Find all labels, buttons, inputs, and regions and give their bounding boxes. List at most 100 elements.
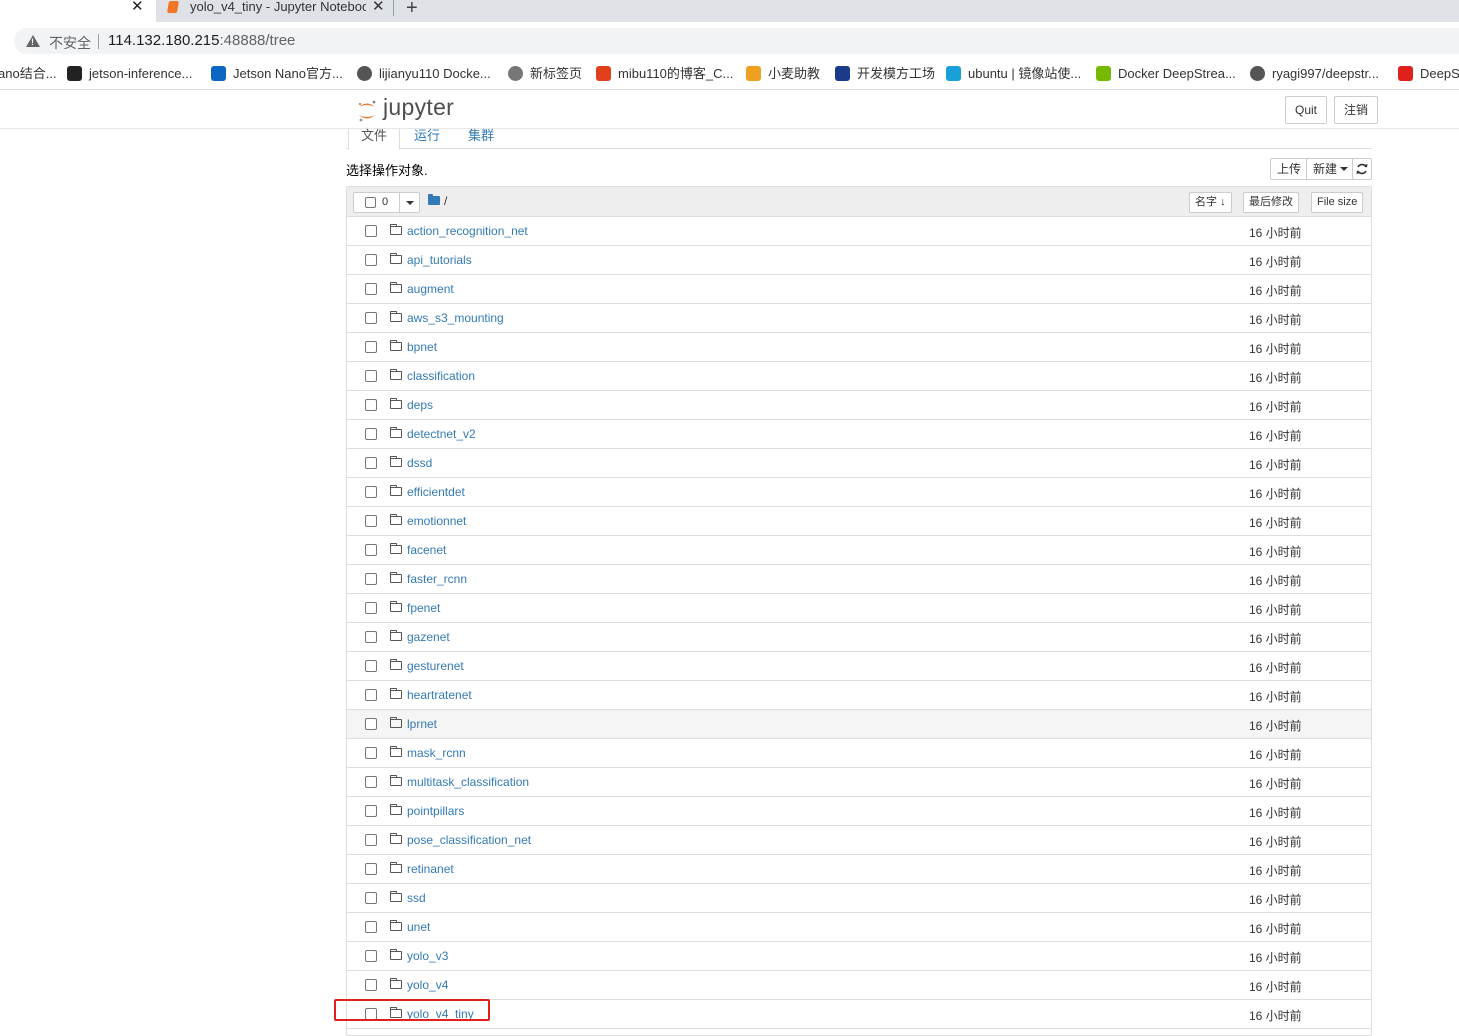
list-item[interactable]: augment 16 小时前 [347, 275, 1371, 304]
folder-link[interactable]: heartratenet [407, 688, 472, 702]
list-item[interactable]: deps 16 小时前 [347, 391, 1371, 420]
breadcrumb[interactable]: / [444, 194, 447, 208]
folder-link[interactable]: augment [407, 282, 454, 296]
bookmark-item[interactable]: DeepS [1398, 66, 1459, 84]
row-checkbox[interactable] [365, 776, 377, 788]
folder-link[interactable]: yolo_v4 [407, 978, 448, 992]
bookmark-item[interactable]: lijianyu110 Docke... [357, 66, 491, 84]
row-checkbox[interactable] [365, 950, 377, 962]
row-checkbox[interactable] [365, 225, 377, 237]
row-checkbox[interactable] [365, 863, 377, 875]
folder-link[interactable]: ssd [407, 891, 426, 905]
new-tab-button[interactable]: + [406, 0, 418, 20]
close-icon[interactable]: ✕ [372, 0, 385, 14]
row-checkbox[interactable] [365, 921, 377, 933]
list-item[interactable]: pose_classification_net 16 小时前 [347, 826, 1371, 855]
list-item[interactable]: facenet 16 小时前 [347, 536, 1371, 565]
list-item[interactable]: yolo_v3 16 小时前 [347, 942, 1371, 971]
folder-link[interactable]: retinanet [407, 862, 454, 876]
tab-files[interactable]: 文件 [348, 129, 401, 150]
bookmark-item[interactable]: ano结合... [0, 66, 57, 84]
list-item[interactable]: heartratenet 16 小时前 [347, 681, 1371, 710]
folder-link[interactable]: api_tutorials [407, 253, 472, 267]
row-checkbox[interactable] [365, 660, 377, 672]
folder-link[interactable]: facenet [407, 543, 446, 557]
sort-by-modified-button[interactable]: 最后修改 [1243, 192, 1299, 213]
row-checkbox[interactable] [365, 399, 377, 411]
folder-link[interactable]: dssd [407, 456, 432, 470]
list-item[interactable]: pointpillars 16 小时前 [347, 797, 1371, 826]
row-checkbox[interactable] [365, 834, 377, 846]
folder-link[interactable]: yolo_v3 [407, 949, 448, 963]
list-item[interactable]: bpnet 16 小时前 [347, 333, 1371, 362]
chevron-down-icon[interactable] [406, 201, 414, 205]
row-checkbox[interactable] [365, 689, 377, 701]
bookmark-item[interactable]: Docker DeepStrea... [1096, 66, 1236, 84]
bookmark-item[interactable]: 开发模方工场 [835, 66, 935, 84]
list-item[interactable]: gazenet 16 小时前 [347, 623, 1371, 652]
folder-link[interactable]: emotionnet [407, 514, 466, 528]
list-item[interactable]: yolo_v4 16 小时前 [347, 971, 1371, 1000]
sort-by-name-button[interactable]: 名字 ↓ [1189, 192, 1232, 213]
list-item[interactable]: yolo_v4_tiny 16 小时前 [347, 1000, 1371, 1029]
row-checkbox[interactable] [365, 341, 377, 353]
tab-clusters[interactable]: 集群 [456, 129, 506, 149]
list-item[interactable]: efficientdet 16 小时前 [347, 478, 1371, 507]
row-checkbox[interactable] [365, 283, 377, 295]
list-item[interactable]: classification 16 小时前 [347, 362, 1371, 391]
folder-link[interactable]: deps [407, 398, 433, 412]
upload-button[interactable]: 上传 [1270, 158, 1309, 180]
row-checkbox[interactable] [365, 515, 377, 527]
folder-icon[interactable] [428, 194, 440, 205]
list-item[interactable]: detectnet_v2 16 小时前 [347, 420, 1371, 449]
address-bar[interactable]: 不安全 114.132.180.215:48888/tree [14, 28, 1459, 54]
folder-link[interactable]: pointpillars [407, 804, 464, 818]
folder-link[interactable]: action_recognition_net [407, 224, 528, 238]
folder-link[interactable]: efficientdet [407, 485, 465, 499]
row-checkbox[interactable] [365, 254, 377, 266]
row-checkbox[interactable] [365, 718, 377, 730]
row-checkbox[interactable] [365, 312, 377, 324]
list-item[interactable]: retinanet 16 小时前 [347, 855, 1371, 884]
bookmark-item[interactable]: 小麦助教 [746, 66, 820, 84]
list-item[interactable]: ssd 16 小时前 [347, 884, 1371, 913]
bookmark-item[interactable]: 新标签页 [508, 66, 582, 84]
folder-link[interactable]: lprnet [407, 717, 437, 731]
logout-button[interactable]: 注销 [1334, 96, 1379, 124]
list-item[interactable]: multitask_classification 16 小时前 [347, 768, 1371, 797]
select-all-checkbox[interactable] [365, 197, 376, 208]
folder-link[interactable]: mask_rcnn [407, 746, 466, 760]
row-checkbox[interactable] [365, 602, 377, 614]
folder-link[interactable]: faster_rcnn [407, 572, 467, 586]
list-item[interactable]: unet 16 小时前 [347, 913, 1371, 942]
folder-link[interactable]: aws_s3_mounting [407, 311, 504, 325]
bookmark-item[interactable]: ubuntu | 镜像站使... [946, 66, 1081, 84]
row-checkbox[interactable] [365, 573, 377, 585]
folder-link[interactable]: pose_classification_net [407, 833, 531, 847]
row-checkbox[interactable] [365, 747, 377, 759]
bookmark-item[interactable]: ryagi997/deepstr... [1250, 66, 1379, 84]
list-item[interactable]: dssd 16 小时前 [347, 449, 1371, 478]
folder-link[interactable]: bpnet [407, 340, 437, 354]
tab-running[interactable]: 运行 [402, 129, 452, 149]
previous-tab[interactable]: ✕ [0, 0, 156, 22]
quit-button[interactable]: Quit [1285, 96, 1328, 124]
row-checkbox[interactable] [365, 892, 377, 904]
list-item[interactable]: mask_rcnn 16 小时前 [347, 739, 1371, 768]
sort-by-size-button[interactable]: File size [1311, 192, 1364, 213]
list-item[interactable]: action_recognition_net 16 小时前 [347, 217, 1371, 246]
row-checkbox[interactable] [365, 805, 377, 817]
bookmark-item[interactable]: Jetson Nano官方... [211, 66, 343, 84]
list-item[interactable]: aws_s3_mounting 16 小时前 [347, 304, 1371, 333]
folder-link[interactable]: classification [407, 369, 475, 383]
list-item[interactable]: faster_rcnn 16 小时前 [347, 565, 1371, 594]
refresh-button[interactable] [1352, 158, 1372, 180]
row-checkbox[interactable] [365, 457, 377, 469]
folder-link[interactable]: gazenet [407, 630, 450, 644]
bookmark-item[interactable]: jetson-inference... [67, 66, 192, 84]
row-checkbox[interactable] [365, 979, 377, 991]
row-checkbox[interactable] [365, 631, 377, 643]
folder-link[interactable]: gesturenet [407, 659, 464, 673]
bookmark-item[interactable]: mibu110的博客_C... [596, 66, 733, 84]
folder-link[interactable]: fpenet [407, 601, 440, 615]
